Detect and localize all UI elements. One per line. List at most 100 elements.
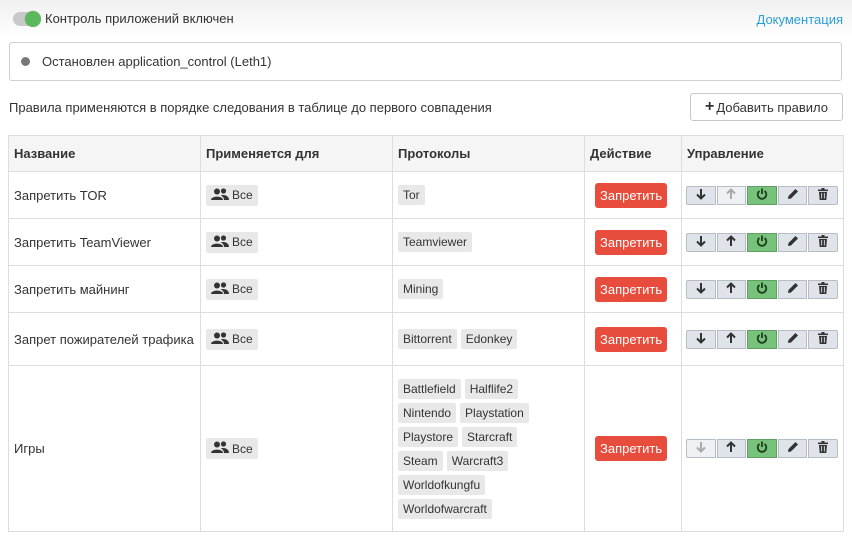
delete-rule-button[interactable] bbox=[808, 185, 838, 205]
rule-controls bbox=[686, 279, 838, 299]
action-cell: Запретить bbox=[584, 365, 682, 532]
arrow-down-icon bbox=[695, 188, 707, 203]
protocol-tag: Warcraft3 bbox=[446, 450, 509, 471]
arrow-up-icon bbox=[725, 331, 737, 347]
applies-badge: Все bbox=[206, 328, 258, 350]
edit-rule-button[interactable] bbox=[777, 279, 808, 299]
move-down-button[interactable] bbox=[686, 279, 716, 299]
trash-icon bbox=[817, 331, 829, 347]
edit-rule-button[interactable] bbox=[777, 439, 808, 458]
delete-rule-button[interactable] bbox=[808, 329, 838, 349]
applies-badge: Все bbox=[206, 231, 258, 253]
arrow-up-icon bbox=[725, 281, 737, 297]
applies-badge: Все bbox=[206, 278, 258, 300]
arrow-up-icon bbox=[725, 187, 737, 203]
applies-cell: Все bbox=[200, 265, 393, 313]
column-header-protocols: Протоколы bbox=[392, 135, 585, 172]
arrow-up-icon bbox=[725, 234, 737, 250]
trash-icon bbox=[817, 234, 829, 250]
top-bar: Контроль приложений включен Документация bbox=[0, 0, 852, 38]
protocol-tag: Bittorrent bbox=[398, 329, 457, 349]
deny-action-button[interactable]: Запретить bbox=[595, 436, 668, 461]
column-header-name: Название bbox=[8, 135, 201, 172]
rule-controls bbox=[686, 439, 838, 458]
protocols-cell: Mining bbox=[392, 265, 585, 313]
documentation-link[interactable]: Документация bbox=[757, 12, 844, 27]
move-down-button[interactable] bbox=[686, 232, 716, 252]
applies-label: Все bbox=[232, 282, 253, 296]
protocol-tag: Tor bbox=[398, 185, 425, 205]
protocol-tag: Starcraft bbox=[462, 426, 518, 447]
edit-rule-button[interactable] bbox=[777, 232, 808, 252]
rule-name: Запретить TOR bbox=[8, 171, 201, 219]
controls-cell bbox=[681, 171, 844, 219]
users-icon bbox=[211, 331, 232, 347]
status-box: Остановлен application_control (Leth1) bbox=[9, 42, 842, 81]
move-up-button[interactable] bbox=[716, 329, 747, 349]
applies-cell: Все bbox=[200, 365, 393, 532]
table-header-row: Название Применяется для Протоколы Дейст… bbox=[8, 135, 844, 172]
protocol-tag: Mining bbox=[398, 279, 444, 299]
protocols-cell: Tor bbox=[392, 171, 585, 219]
delete-rule-button[interactable] bbox=[808, 279, 838, 299]
deny-action-button[interactable]: Запретить bbox=[595, 326, 668, 352]
applies-label: Все bbox=[232, 441, 253, 456]
toggle-rule-button[interactable] bbox=[747, 279, 777, 299]
rules-body: Запретить TOR Все Tor Запретить Запретить Te… bbox=[8, 171, 844, 532]
toggle-rule-button[interactable] bbox=[747, 232, 777, 252]
pencil-icon bbox=[787, 332, 799, 347]
move-down-button[interactable] bbox=[686, 329, 716, 349]
controls-cell bbox=[681, 365, 844, 532]
edit-rule-button[interactable] bbox=[777, 185, 808, 205]
applies-badge: Все bbox=[206, 438, 258, 459]
add-rule-button[interactable]: + Добавить правило bbox=[690, 93, 843, 121]
toggle-rule-button[interactable] bbox=[747, 185, 777, 205]
applies-cell: Все bbox=[200, 171, 393, 219]
applies-badge: Все bbox=[206, 184, 258, 206]
deny-action-button[interactable]: Запретить bbox=[595, 182, 668, 208]
delete-rule-button[interactable] bbox=[808, 232, 838, 252]
protocol-tag: Nintendo bbox=[398, 402, 457, 423]
protocol-tag: Playstation bbox=[460, 402, 529, 423]
arrow-down-icon bbox=[695, 332, 707, 347]
rule-name: Запретить TeamViewer bbox=[8, 218, 201, 266]
rules-hint: Правила применяются в порядке следования… bbox=[9, 100, 492, 115]
edit-rule-button[interactable] bbox=[777, 329, 808, 349]
action-cell: Запретить bbox=[584, 312, 682, 366]
pencil-icon bbox=[787, 188, 799, 203]
protocol-tag: Steam bbox=[398, 450, 443, 471]
protocol-tag: Teamviewer bbox=[398, 232, 473, 252]
column-header-controls: Управление bbox=[681, 135, 844, 172]
applies-cell: Все bbox=[200, 218, 393, 266]
table-row: Запрет пожирателей трафика Все Bittorrent E… bbox=[8, 312, 844, 366]
toggle-rule-button[interactable] bbox=[747, 329, 777, 349]
rule-controls bbox=[686, 232, 838, 252]
table-row: Игры Все Battlefield Halflife2 Nintendo Plays… bbox=[8, 365, 844, 532]
protocol-tag: Halflife2 bbox=[464, 378, 519, 399]
toggle-rule-button[interactable] bbox=[747, 439, 777, 458]
plus-icon: + bbox=[704, 98, 715, 115]
deny-action-button[interactable]: Запретить bbox=[595, 276, 668, 302]
applies-label: Все bbox=[232, 235, 253, 249]
delete-rule-button[interactable] bbox=[808, 439, 838, 458]
users-icon bbox=[211, 187, 232, 203]
move-up-button[interactable] bbox=[716, 232, 747, 252]
move-down-button[interactable] bbox=[686, 185, 716, 205]
arrow-down-icon bbox=[695, 235, 707, 250]
rules-table: Название Применяется для Протоколы Дейст… bbox=[8, 135, 844, 532]
pencil-icon bbox=[787, 441, 799, 456]
table-row: Запретить TOR Все Tor Запретить bbox=[8, 171, 844, 219]
move-up-button[interactable] bbox=[716, 279, 747, 299]
toggle-label: Контроль приложений включен bbox=[45, 11, 234, 26]
protocol-tag: Worldofkungfu bbox=[398, 474, 486, 495]
move-down-button[interactable] bbox=[686, 439, 716, 458]
protocol-tag: Playstore bbox=[398, 426, 459, 447]
move-up-button[interactable] bbox=[716, 439, 747, 458]
app-control-toggle[interactable] bbox=[13, 11, 41, 27]
applies-cell: Все bbox=[200, 312, 393, 366]
move-up-button[interactable] bbox=[716, 185, 747, 205]
deny-action-button[interactable]: Запретить bbox=[595, 229, 668, 255]
status-dot-icon bbox=[21, 57, 30, 66]
controls-cell bbox=[681, 265, 844, 313]
rule-name: Запретить майнинг bbox=[8, 265, 201, 313]
